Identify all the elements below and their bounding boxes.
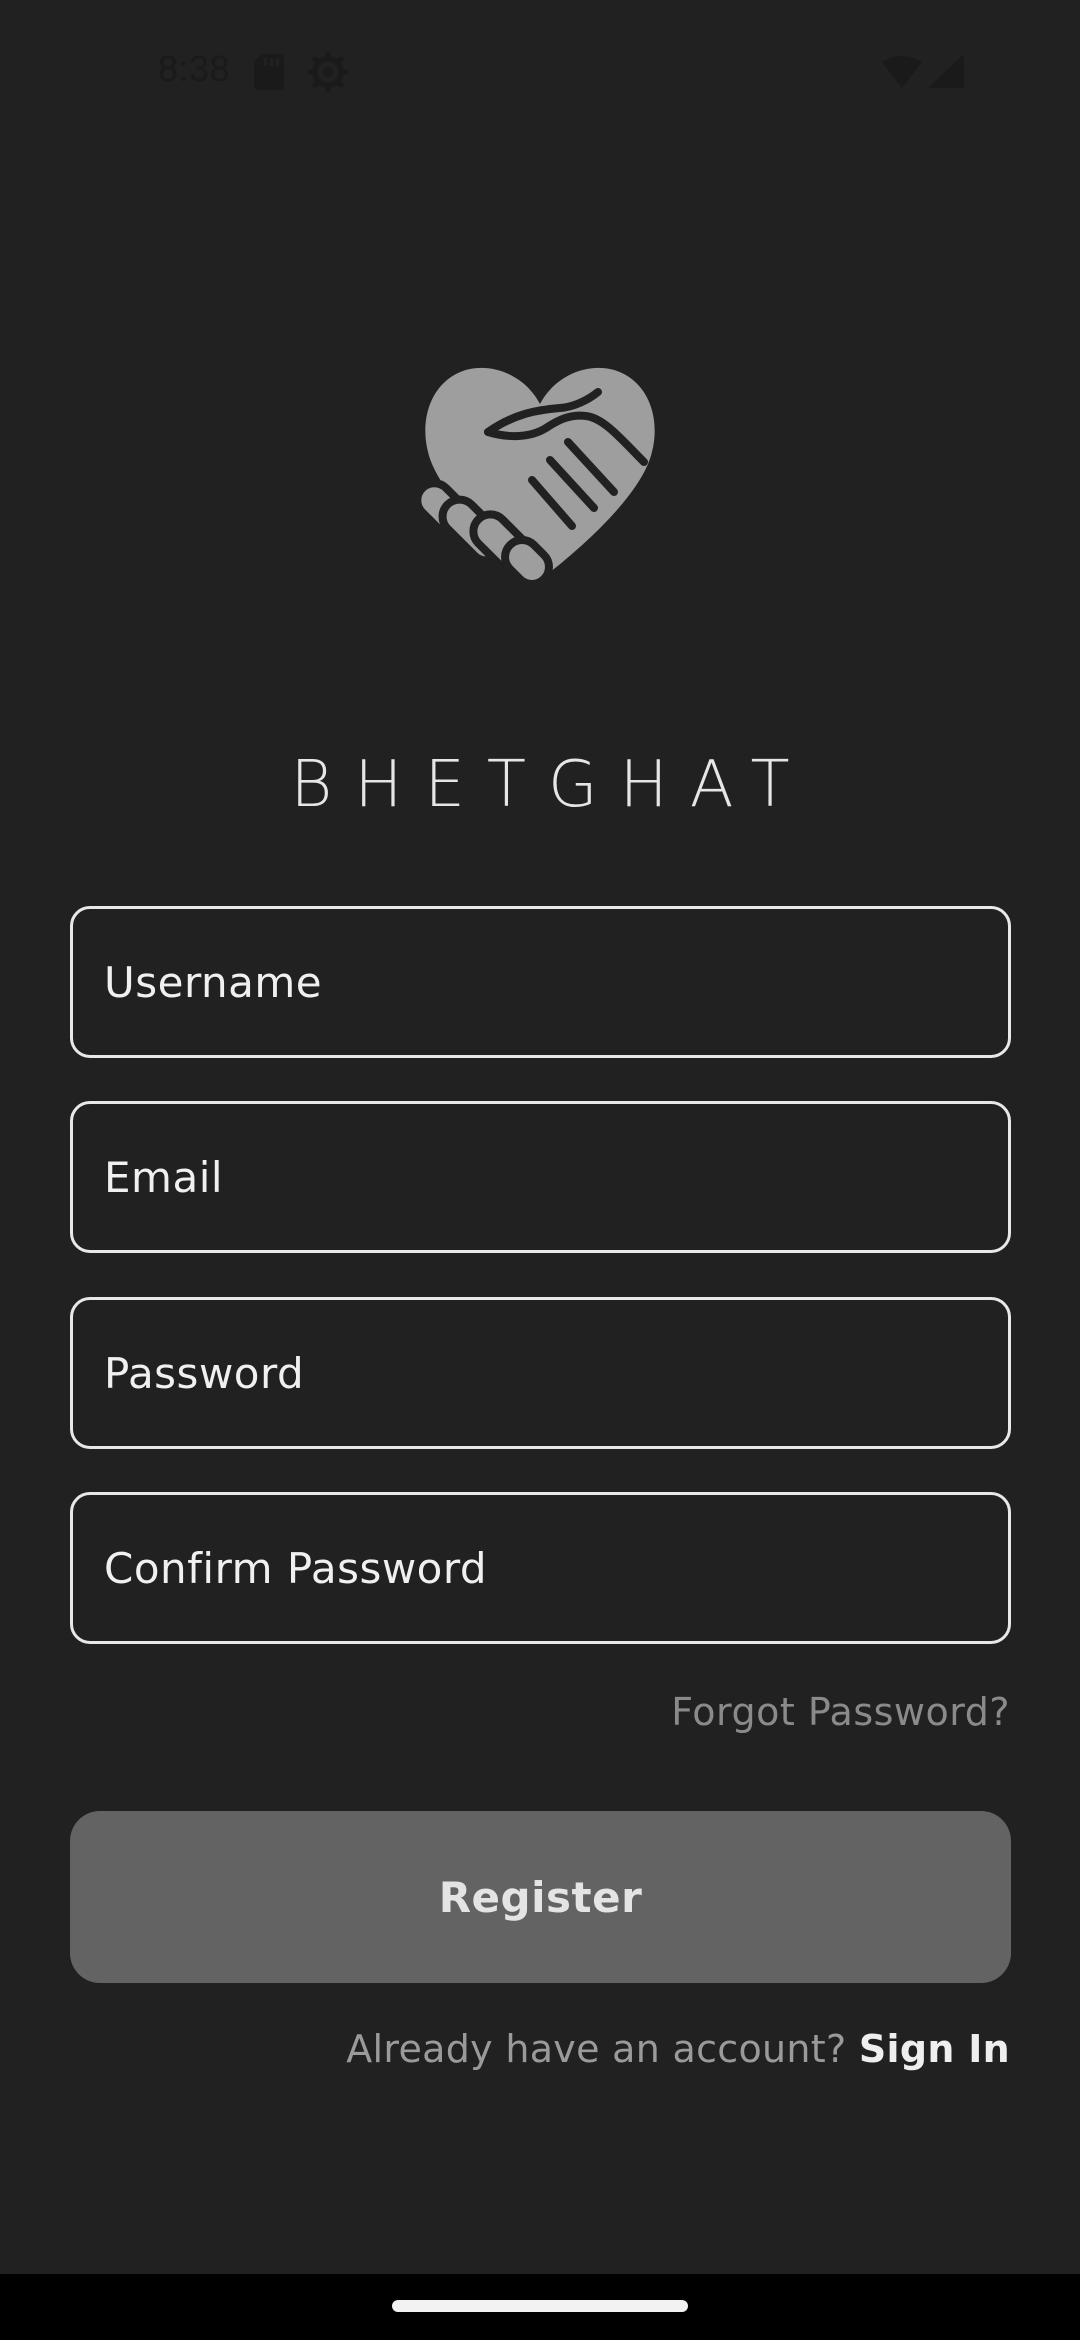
heart-handshake-icon [418, 367, 655, 588]
home-indicator[interactable] [392, 2300, 688, 2312]
password-input[interactable] [73, 1300, 1008, 1446]
wifi-icon [882, 56, 922, 88]
confirm-password-input[interactable] [73, 1495, 1008, 1641]
email-field[interactable] [70, 1101, 1011, 1253]
sd-card-icon [254, 54, 284, 90]
email-input[interactable] [73, 1104, 1008, 1250]
settings-gear-icon [308, 52, 348, 92]
register-screen: 8:38 BHETGHAT Username Email Forgot Pass… [0, 0, 1080, 2340]
signin-prompt: Already have an account? [346, 2027, 859, 2071]
password-field[interactable] [70, 1297, 1011, 1449]
status-time: 8:38 [158, 48, 231, 89]
navigation-bar [0, 2274, 1080, 2340]
username-input[interactable] [73, 909, 1008, 1055]
status-bar: 8:38 [0, 0, 1080, 140]
username-field[interactable] [70, 906, 1011, 1058]
signin-link[interactable]: Sign In [859, 2027, 1010, 2071]
forgot-password-link[interactable]: Forgot Password? [671, 1690, 1010, 1734]
cell-signal-icon [928, 54, 964, 88]
register-button[interactable]: Register [70, 1811, 1011, 1983]
confirm-password-field[interactable] [70, 1492, 1011, 1644]
signin-row: Already have an account? Sign In [346, 2027, 1010, 2071]
app-title: BHETGHAT [290, 748, 812, 822]
